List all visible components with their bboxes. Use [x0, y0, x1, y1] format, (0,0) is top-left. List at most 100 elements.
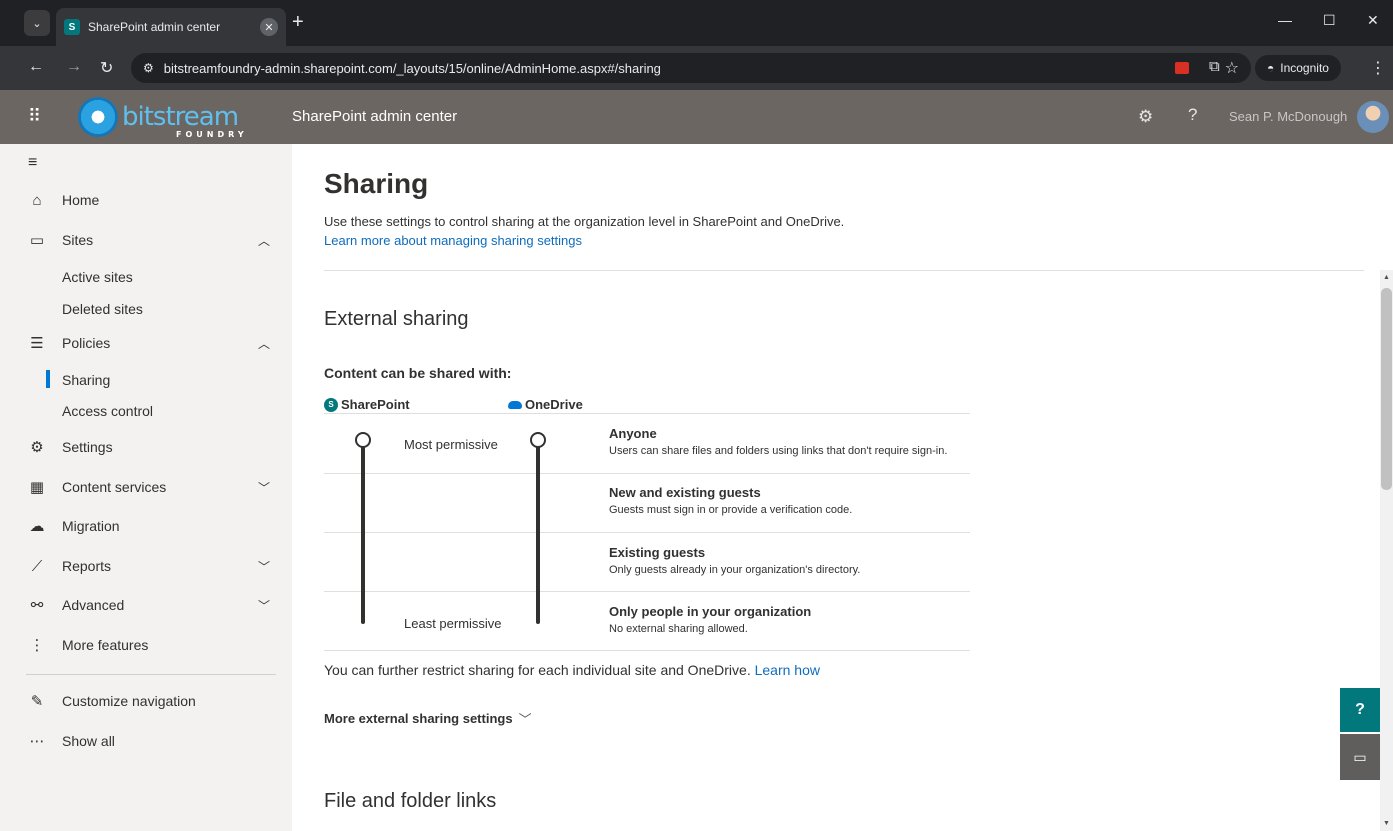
onedrive-cloud-icon — [508, 400, 522, 409]
incognito-label: Incognito — [1280, 61, 1329, 75]
logo-text: bitstream — [122, 102, 239, 132]
avatar[interactable] — [1357, 101, 1389, 133]
sharepoint-slider-track[interactable] — [361, 444, 365, 624]
learn-how-link[interactable]: Learn how — [755, 662, 820, 678]
forward-icon[interactable]: → — [66, 58, 82, 76]
nav-item-deleted-sites[interactable]: Deleted sites — [62, 301, 143, 317]
nav-item-customize-navigation[interactable]: ✎ Customize navigation — [0, 683, 292, 719]
site-info-icon[interactable]: ⚙ — [143, 61, 154, 75]
suite-title[interactable]: SharePoint admin center — [292, 108, 457, 125]
user-name[interactable]: Sean P. McDonough — [1229, 109, 1347, 124]
nav-label: Content services — [62, 479, 167, 495]
scroll-up-arrow-icon[interactable]: ▲ — [1383, 274, 1390, 281]
least-permissive-label: Least permissive — [404, 616, 502, 631]
nav-label: Policies — [62, 335, 111, 351]
settings-gear-icon[interactable]: ⚙ — [1138, 107, 1153, 127]
chevron-up-icon: ︿ — [258, 233, 271, 248]
nav-item-reports[interactable]: ⟋ Reports ﹀ — [0, 548, 292, 584]
sharepoint-icon: S — [324, 397, 338, 412]
chevron-down-icon: ﹀ — [518, 712, 532, 727]
nav-item-sites[interactable]: ▭ Sites ︿ — [0, 222, 292, 258]
maximize-icon[interactable]: ☐ — [1323, 12, 1336, 29]
most-permissive-label: Most permissive — [404, 437, 498, 452]
org-logo[interactable]: bitstream FOUNDRY — [78, 96, 254, 139]
learn-more-link[interactable]: Learn more about managing sharing settin… — [324, 233, 582, 248]
extension-icon[interactable] — [1175, 62, 1189, 74]
chevron-up-icon: ︿ — [258, 336, 271, 351]
nav-item-sharing[interactable]: Sharing — [62, 372, 110, 388]
scroll-down-arrow-icon[interactable]: ▼ — [1383, 820, 1390, 827]
option-existing-guests-desc: Only guests already in your organization… — [609, 564, 861, 576]
new-tab-icon[interactable]: + — [292, 12, 304, 32]
nav-item-more-features[interactable]: ⋮ More features — [0, 627, 292, 663]
sharepoint-label: SharePoint — [341, 397, 410, 412]
more-external-sharing-settings-toggle[interactable]: More external sharing settings ﹀ — [324, 709, 532, 728]
option-new-existing-guests-title: New and existing guests — [609, 485, 761, 500]
incognito-badge[interactable]: ◓ Incognito — [1255, 55, 1341, 81]
nav-item-migration[interactable]: ☁ Migration — [0, 508, 292, 544]
nav-label: More features — [62, 637, 149, 653]
row-divider — [324, 473, 970, 474]
option-anyone-title: Anyone — [609, 426, 657, 441]
onedrive-slider-thumb[interactable] — [530, 432, 546, 448]
more-settings-label: More external sharing settings — [324, 711, 513, 726]
nav-item-home[interactable]: ⌂ Home — [0, 182, 292, 218]
sharepoint-column-label: S SharePoint — [324, 397, 410, 412]
browser-menu-icon[interactable]: ⋮ — [1370, 58, 1386, 78]
row-divider — [324, 532, 970, 533]
content-services-icon: ▦ — [29, 479, 45, 496]
onedrive-slider-track[interactable] — [536, 444, 540, 624]
further-restrict-label: You can further restrict sharing for eac… — [324, 662, 751, 678]
feedback-button[interactable]: ▭ — [1340, 734, 1380, 780]
browser-toolbar: ← → ↻ ⚙ bitstreamfoundry-admin.sharepoin… — [0, 46, 1393, 90]
nav-item-show-all[interactable]: ⋯ Show all — [0, 723, 292, 759]
tab-search-icon[interactable]: ⌄ — [24, 10, 50, 36]
home-icon: ⌂ — [32, 191, 42, 209]
policies-sliders-icon: ☰ — [30, 335, 44, 352]
suite-bar: ⠿ bitstream FOUNDRY SharePoint admin cen… — [0, 90, 1393, 144]
chevron-down-icon: ﹀ — [258, 559, 271, 574]
hamburger-menu-icon[interactable]: ≡ — [28, 154, 37, 172]
row-divider — [324, 591, 970, 592]
minimize-icon[interactable]: — — [1278, 12, 1292, 28]
nav-item-content-services[interactable]: ▦ Content services ﹀ — [0, 469, 292, 505]
help-icon[interactable]: ? — [1188, 105, 1197, 125]
nav-divider — [26, 674, 276, 675]
option-existing-guests-title: Existing guests — [609, 545, 706, 560]
nav-item-settings[interactable]: ⚙ Settings — [0, 429, 292, 465]
nav-label: Sites — [62, 232, 94, 248]
nav-item-advanced[interactable]: ⚯ Advanced ﹀ — [0, 587, 292, 623]
url-text: bitstreamfoundry-admin.sharepoint.com/_l… — [163, 60, 661, 76]
scrollbar-thumb[interactable] — [1381, 288, 1392, 490]
option-org-only-title: Only people in your organization — [609, 604, 812, 619]
sharepoint-favicon-icon: S — [64, 19, 80, 35]
back-icon[interactable]: ← — [28, 58, 44, 76]
nav-item-access-control[interactable]: Access control — [62, 403, 153, 419]
more-vertical-icon: ⋮ — [29, 637, 45, 654]
tab-close-icon[interactable]: ✕ — [260, 18, 278, 36]
browser-tab[interactable]: S SharePoint admin center ✕ — [56, 8, 286, 46]
address-bar[interactable]: ⚙ bitstreamfoundry-admin.sharepoint.com/… — [131, 53, 1251, 83]
left-navigation: ≡ ⌂ Home ▭ Sites ︿ Active sites Deleted … — [0, 144, 292, 831]
page-title: Sharing — [324, 168, 429, 199]
nav-label: Home — [62, 192, 100, 208]
nav-item-policies[interactable]: ☰ Policies ︿ — [0, 325, 292, 361]
app-launcher-icon[interactable]: ⠿ — [28, 106, 41, 127]
divider — [324, 270, 1364, 271]
settings-gear-icon: ⚙ — [30, 439, 44, 456]
nav-item-active-sites[interactable]: Active sites — [62, 269, 133, 285]
extensions-puzzle-icon[interactable]: ⧉ — [1209, 58, 1220, 75]
nav-label: Reports — [62, 558, 112, 574]
window-close-icon[interactable]: ✕ — [1367, 12, 1379, 29]
nav-label: Show all — [62, 733, 115, 749]
bookmark-star-icon[interactable]: ☆ — [1225, 58, 1239, 78]
help-support-button[interactable]: ? — [1340, 688, 1380, 732]
chevron-down-icon: ﹀ — [258, 598, 271, 613]
reload-icon[interactable]: ↻ — [100, 58, 113, 78]
content-shared-with-label: Content can be shared with: — [324, 365, 512, 381]
sharepoint-slider-thumb[interactable] — [355, 432, 371, 448]
reports-chart-icon: ⟋ — [31, 557, 43, 575]
tab-title: SharePoint admin center — [88, 20, 221, 34]
further-restrict-text: You can further restrict sharing for eac… — [324, 662, 820, 678]
pencil-icon: ✎ — [30, 693, 44, 710]
